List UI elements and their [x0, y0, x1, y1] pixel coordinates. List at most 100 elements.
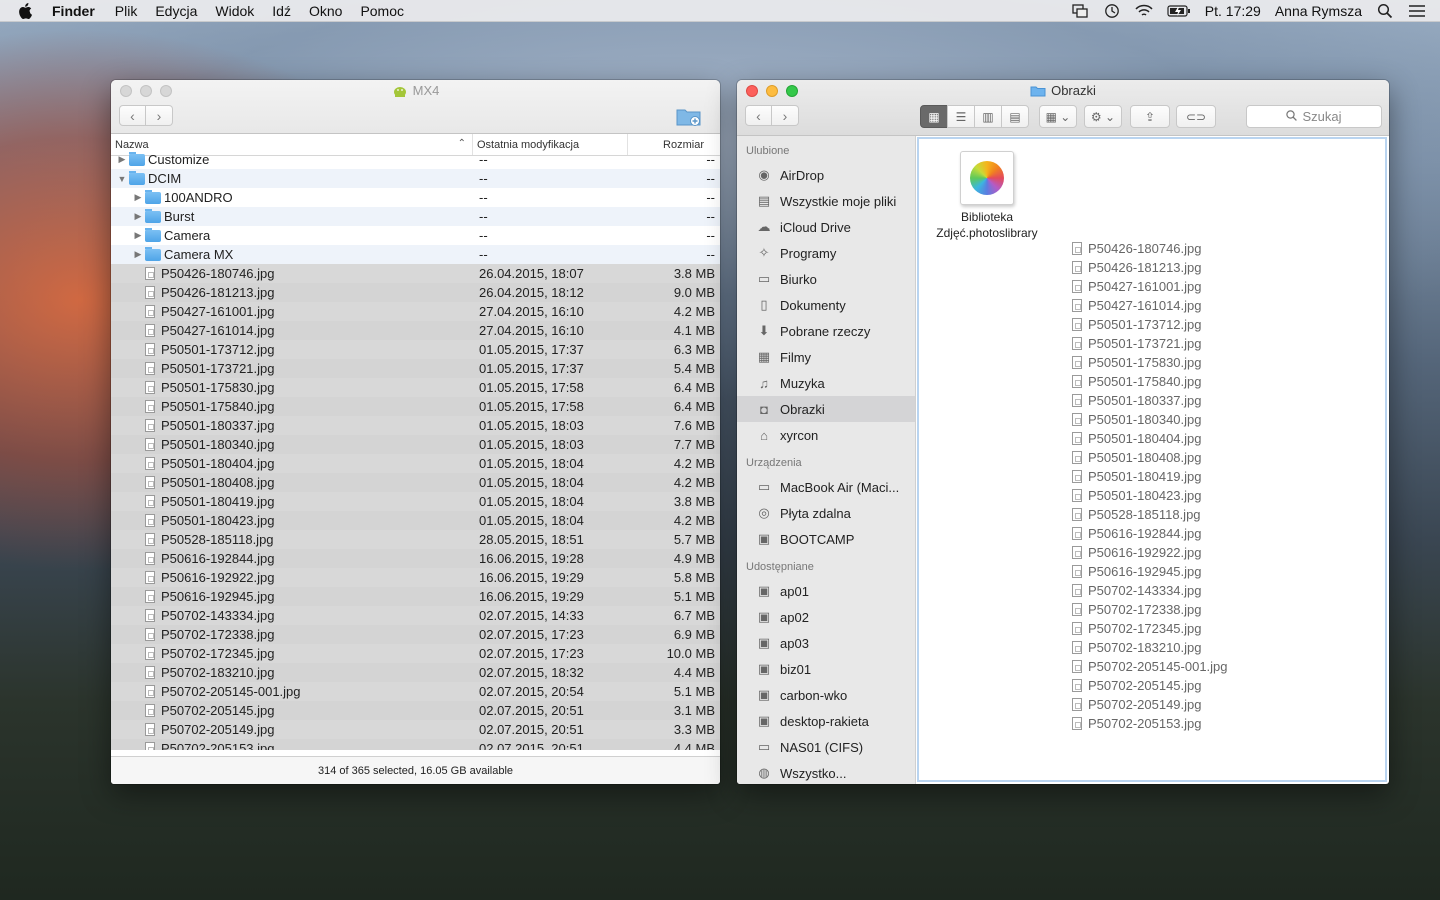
file-item[interactable]: P50616-192844.jpg: [1072, 524, 1228, 543]
file-row[interactable]: P50427-161001.jpg 27.04.2015, 16:10 4.2 MB: [111, 302, 720, 321]
folder-row[interactable]: ▶ Camera MX -- --: [111, 245, 720, 264]
battery-icon[interactable]: [1167, 3, 1191, 19]
file-item[interactable]: P50501-180408.jpg: [1072, 448, 1228, 467]
sidebar-item[interactable]: ▣ carbon-wko: [737, 682, 915, 708]
folder-row[interactable]: ▼ DCIM -- --: [111, 169, 720, 188]
sidebar-item[interactable]: ⬇ Pobrane rzeczy: [737, 318, 915, 344]
sidebar-item[interactable]: ◍ Wszystko...: [737, 760, 915, 784]
sidebar-item[interactable]: ▣ BOOTCAMP: [737, 526, 915, 552]
menu-app-finder[interactable]: Finder: [52, 3, 95, 19]
file-item[interactable]: P50702-205145.jpg: [1072, 676, 1228, 695]
file-item[interactable]: P50702-205145-001.jpg: [1072, 657, 1228, 676]
file-row[interactable]: P50616-192844.jpg 16.06.2015, 19:28 4.9 MB: [111, 549, 720, 568]
sidebar-item[interactable]: ✧ Programy: [737, 240, 915, 266]
file-row[interactable]: P50501-180340.jpg 01.05.2015, 18:03 7.7 MB: [111, 435, 720, 454]
sidebar-item[interactable]: ▭ MacBook Air (Maci...: [737, 474, 915, 500]
menu-widok[interactable]: Widok: [215, 3, 254, 19]
file-item[interactable]: P50702-143334.jpg: [1072, 581, 1228, 600]
file-row[interactable]: P50501-175840.jpg 01.05.2015, 17:58 6.4 MB: [111, 397, 720, 416]
photos-library-item[interactable]: Biblioteka Zdjęć.photoslibrary: [931, 149, 1043, 241]
sidebar-item[interactable]: ☁ iCloud Drive: [737, 214, 915, 240]
file-item[interactable]: P50702-183210.jpg: [1072, 638, 1228, 657]
action-button[interactable]: ⚙ ⌄: [1084, 105, 1122, 128]
disclosure-collapsed-icon[interactable]: ▶: [117, 154, 127, 165]
file-row[interactable]: P50501-173712.jpg 01.05.2015, 17:37 6.3 MB: [111, 340, 720, 359]
sidebar-item[interactable]: ▯ Dokumenty: [737, 292, 915, 318]
file-item[interactable]: P50702-172345.jpg: [1072, 619, 1228, 638]
menu-plik[interactable]: Plik: [115, 3, 138, 19]
share-button[interactable]: ⇪: [1130, 105, 1170, 128]
file-row[interactable]: P50702-172345.jpg 02.07.2015, 17:23 10.0 M…: [111, 644, 720, 663]
file-row[interactable]: P50501-180408.jpg 01.05.2015, 18:04 4.2 MB: [111, 473, 720, 492]
file-item[interactable]: P50616-192945.jpg: [1072, 562, 1228, 581]
file-item[interactable]: P50702-205149.jpg: [1072, 695, 1228, 714]
back-button[interactable]: ‹: [119, 105, 146, 126]
folder-row[interactable]: ▶ Burst -- --: [111, 207, 720, 226]
sidebar-item[interactable]: ◎ Płyta zdalna: [737, 500, 915, 526]
cover-flow-button[interactable]: ▤: [1001, 105, 1029, 128]
sidebar-item[interactable]: ▤ Wszystkie moje pliki: [737, 188, 915, 214]
file-row[interactable]: P50702-205153.jpg 02.07.2015, 20:51 4.4 MB: [111, 739, 720, 750]
search-field[interactable]: Szukaj: [1246, 105, 1382, 128]
file-item[interactable]: P50501-180337.jpg: [1072, 391, 1228, 410]
file-item[interactable]: P50501-180404.jpg: [1072, 429, 1228, 448]
tags-button[interactable]: ⊂⊃: [1176, 105, 1216, 128]
file-row[interactable]: P50616-192945.jpg 16.06.2015, 19:29 5.1 MB: [111, 587, 720, 606]
column-view-button[interactable]: ▥: [974, 105, 1002, 128]
file-item[interactable]: P50702-205153.jpg: [1072, 714, 1228, 733]
folder-row[interactable]: ▶ 100ANDRO -- --: [111, 188, 720, 207]
sidebar-item[interactable]: ◘ Obrazki: [737, 396, 915, 422]
list-view-button[interactable]: ☰: [947, 105, 975, 128]
notification-center-icon[interactable]: [1408, 3, 1426, 19]
folder-row[interactable]: ▶ Camera -- --: [111, 226, 720, 245]
apple-icon[interactable]: [18, 2, 36, 19]
screen-mirroring-icon[interactable]: [1071, 3, 1089, 19]
file-item[interactable]: P50427-161001.jpg: [1072, 277, 1228, 296]
file-row[interactable]: P50501-180419.jpg 01.05.2015, 18:04 3.8 MB: [111, 492, 720, 511]
file-row[interactable]: P50702-172338.jpg 02.07.2015, 17:23 6.9 MB: [111, 625, 720, 644]
disclosure-collapsed-icon[interactable]: ▶: [133, 211, 143, 222]
sidebar-item[interactable]: ▣ desktop-rakieta: [737, 708, 915, 734]
forward-button[interactable]: ›: [772, 105, 799, 126]
file-row[interactable]: P50528-185118.jpg 28.05.2015, 18:51 5.7 MB: [111, 530, 720, 549]
file-item[interactable]: P50426-181213.jpg: [1072, 258, 1228, 277]
file-item[interactable]: P50501-180423.jpg: [1072, 486, 1228, 505]
folder-row[interactable]: ▶ Customize -- --: [111, 150, 720, 169]
file-row[interactable]: P50427-161014.jpg 27.04.2015, 16:10 4.1 MB: [111, 321, 720, 340]
file-item[interactable]: P50501-175830.jpg: [1072, 353, 1228, 372]
file-row[interactable]: P50702-205145-001.jpg 02.07.2015, 20:54 5.…: [111, 682, 720, 701]
disclosure-collapsed-icon[interactable]: ▶: [133, 192, 143, 203]
file-row[interactable]: P50702-143334.jpg 02.07.2015, 14:33 6.7 MB: [111, 606, 720, 625]
menu-edycja[interactable]: Edycja: [155, 3, 197, 19]
file-row[interactable]: P50702-205145.jpg 02.07.2015, 20:51 3.1 MB: [111, 701, 720, 720]
file-row[interactable]: P50426-181213.jpg 26.04.2015, 18:12 9.0 MB: [111, 283, 720, 302]
sidebar-item[interactable]: ▣ ap01: [737, 578, 915, 604]
file-item[interactable]: P50501-175840.jpg: [1072, 372, 1228, 391]
file-item[interactable]: P50501-180419.jpg: [1072, 467, 1228, 486]
disclosure-collapsed-icon[interactable]: ▶: [133, 249, 143, 260]
file-item[interactable]: P50501-180340.jpg: [1072, 410, 1228, 429]
menubar-clock[interactable]: Pt. 17:29: [1205, 3, 1261, 19]
new-folder-button[interactable]: [676, 105, 702, 127]
file-row[interactable]: P50616-192922.jpg 16.06.2015, 19:29 5.8 MB: [111, 568, 720, 587]
sidebar-item[interactable]: ♫ Muzyka: [737, 370, 915, 396]
spotlight-search-icon[interactable]: [1376, 3, 1394, 19]
sidebar-item[interactable]: ▣ biz01: [737, 656, 915, 682]
file-item[interactable]: P50501-173721.jpg: [1072, 334, 1228, 353]
sidebar-item[interactable]: ▭ NAS01 (CIFS): [737, 734, 915, 760]
file-row[interactable]: P50501-173721.jpg 01.05.2015, 17:37 5.4 MB: [111, 359, 720, 378]
file-row[interactable]: P50501-180337.jpg 01.05.2015, 18:03 7.6 MB: [111, 416, 720, 435]
file-row[interactable]: P50702-205149.jpg 02.07.2015, 20:51 3.3 MB: [111, 720, 720, 739]
file-item[interactable]: P50426-180746.jpg: [1072, 239, 1228, 258]
wifi-icon[interactable]: [1135, 3, 1153, 19]
file-row[interactable]: P50426-180746.jpg 26.04.2015, 18:07 3.8 MB: [111, 264, 720, 283]
sidebar-item[interactable]: ⌂ xyrcon: [737, 422, 915, 448]
sidebar-item[interactable]: ▭ Biurko: [737, 266, 915, 292]
file-item[interactable]: P50616-192922.jpg: [1072, 543, 1228, 562]
menubar-user[interactable]: Anna Rymsza: [1275, 3, 1362, 19]
file-item[interactable]: P50427-161014.jpg: [1072, 296, 1228, 315]
sidebar-item[interactable]: ▣ ap02: [737, 604, 915, 630]
sidebar-item[interactable]: ◉ AirDrop: [737, 162, 915, 188]
file-row[interactable]: P50501-180423.jpg 01.05.2015, 18:04 4.2 MB: [111, 511, 720, 530]
arrange-button[interactable]: ▦ ⌄: [1039, 105, 1077, 128]
